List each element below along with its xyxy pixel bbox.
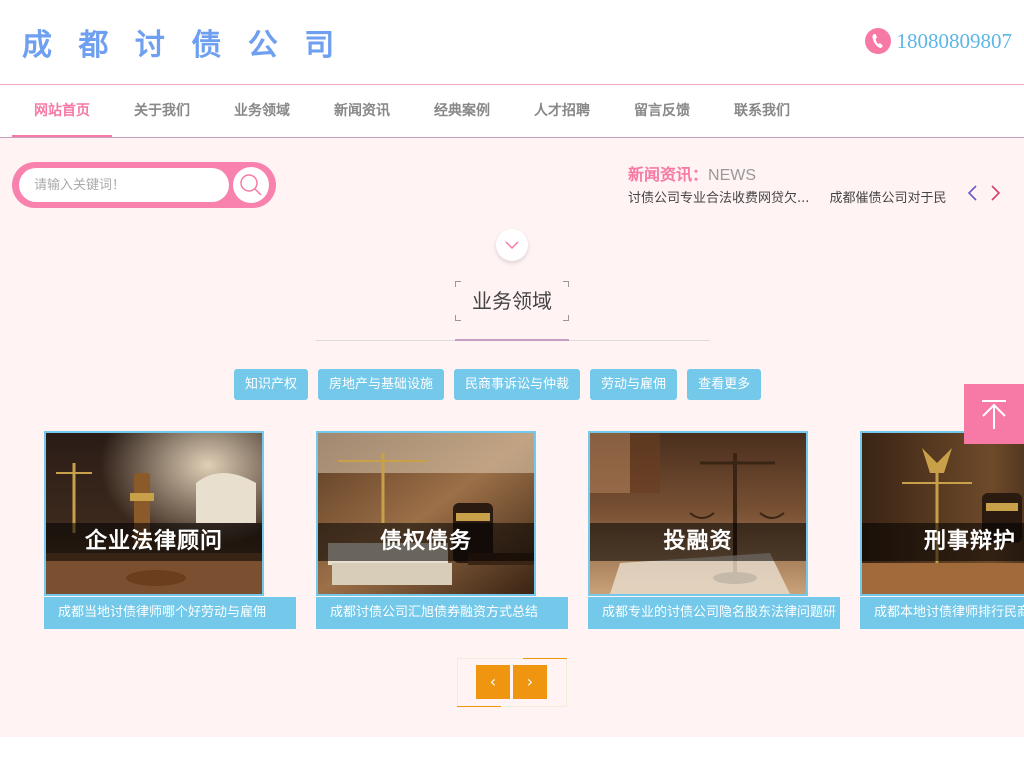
nav-item-cases[interactable]: 经典案例 <box>412 85 512 137</box>
tag-ip[interactable]: 知识产权 <box>234 369 309 400</box>
news-heading-sep: ： <box>692 165 709 184</box>
main-content: 新闻资讯：NEWS 讨债公司专业合法收费网贷欠... 成都催债公司对于民 业务领… <box>0 138 1024 737</box>
card-image[interactable]: 企业法律顾问 <box>44 431 264 596</box>
card-label: 企业法律顾问 <box>46 523 262 561</box>
news-prev-button[interactable] <box>962 183 982 207</box>
tag-litigation[interactable]: 民商事诉讼与仲裁 <box>454 369 581 400</box>
back-to-top-button[interactable] <box>964 384 1024 444</box>
search-icon <box>240 174 262 196</box>
category-tags: 知识产权 房地产与基础设施 民商事诉讼与仲裁 劳动与雇佣 查看更多 <box>234 369 771 400</box>
phone-contact: 18080809807 <box>864 28 1013 54</box>
scroll-down-button[interactable] <box>496 229 528 261</box>
news-next-button[interactable] <box>986 183 1006 207</box>
card-label: 债权债务 <box>318 523 534 561</box>
card-image[interactable]: 债权债务 <box>316 431 536 596</box>
section-title: 业务领域 <box>472 289 552 313</box>
corner-decoration <box>455 281 461 287</box>
chevron-down-icon <box>505 241 519 250</box>
gavel-books-image <box>318 433 534 594</box>
nav-item-home[interactable]: 网站首页 <box>12 85 112 137</box>
footer-strip <box>0 737 1024 768</box>
header: 成 都 讨 债 公 司 18080809807 <box>0 0 1024 85</box>
site-logo[interactable]: 成 都 讨 债 公 司 <box>22 20 342 64</box>
card-caption[interactable]: 成都专业的讨债公司隐名股东法律问题研 <box>588 597 840 629</box>
phone-number[interactable]: 18080809807 <box>897 29 1013 54</box>
nav-item-about[interactable]: 关于我们 <box>112 85 212 137</box>
news-item[interactable]: 成都催债公司对于民 <box>830 191 947 206</box>
tag-real-estate[interactable]: 房地产与基础设施 <box>318 369 445 400</box>
eagle-scales-image <box>862 433 1024 594</box>
card-caption[interactable]: 成都本地讨债律师排行民商 <box>860 597 1024 629</box>
main-nav: 网站首页 关于我们 业务领域 新闻资讯 经典案例 人才招聘 留言反馈 联系我们 <box>0 85 1024 138</box>
pager-decoration <box>523 658 567 659</box>
card-image[interactable]: 刑事辩护 <box>860 431 1024 596</box>
carousel-prev-button[interactable]: ‹ <box>476 665 510 699</box>
carousel-next-button[interactable]: › <box>513 665 547 699</box>
tag-view-more[interactable]: 查看更多 <box>687 369 762 400</box>
news-ticker: 讨债公司专业合法收费网贷欠... 成都催债公司对于民 <box>628 187 958 207</box>
search-input[interactable] <box>19 168 229 202</box>
nav-item-business[interactable]: 业务领域 <box>212 85 312 137</box>
corner-decoration <box>563 315 569 321</box>
card-label: 投融资 <box>590 523 806 561</box>
chevron-left-icon <box>967 185 977 201</box>
gavel-scales-image <box>46 433 262 594</box>
section-divider-accent <box>455 339 569 341</box>
news-heading-en: NEWS <box>708 167 757 184</box>
news-item[interactable]: 讨债公司专业合法收费网贷欠... <box>628 191 809 206</box>
carousel-pager <box>457 658 567 707</box>
card-caption[interactable]: 成都讨债公司汇旭债券融资方式总结 <box>316 597 568 629</box>
chevron-right-icon <box>991 185 1001 201</box>
card-caption[interactable]: 成都当地讨债律师哪个好劳动与雇佣 <box>44 597 296 629</box>
pager-decoration <box>457 706 501 707</box>
section-title-box: 业务领域 <box>455 281 569 321</box>
arrow-up-icon <box>982 400 1006 429</box>
corner-decoration <box>563 281 569 287</box>
search-button[interactable] <box>233 167 269 203</box>
news-heading: 新闻资讯：NEWS <box>628 161 756 185</box>
card-image[interactable]: 投融资 <box>588 431 808 596</box>
phone-icon <box>864 28 891 54</box>
corner-decoration <box>455 315 461 321</box>
card-label: 刑事辩护 <box>862 523 1024 561</box>
scales-justice-image <box>590 433 806 594</box>
tag-labor[interactable]: 劳动与雇佣 <box>590 369 678 400</box>
business-carousel: 企业法律顾问 成都当地讨债律师哪个好劳动与雇佣 债权债务 成都讨债公司汇旭债券融… <box>44 431 1024 629</box>
search-bar <box>12 162 276 208</box>
nav-item-jobs[interactable]: 人才招聘 <box>512 85 612 137</box>
news-heading-cn[interactable]: 新闻资讯 <box>628 165 692 184</box>
nav-item-contact[interactable]: 联系我们 <box>712 85 812 137</box>
nav-item-news[interactable]: 新闻资讯 <box>312 85 412 137</box>
nav-item-feedback[interactable]: 留言反馈 <box>612 85 712 137</box>
